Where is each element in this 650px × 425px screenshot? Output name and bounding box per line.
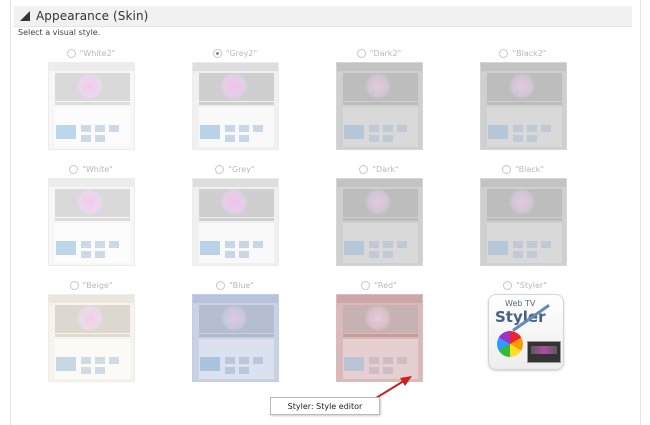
skin-thumbnail-grey[interactable] xyxy=(192,178,279,266)
skin-label: "Red" xyxy=(374,280,397,290)
skin-label: "Grey" xyxy=(228,164,255,174)
skin-thumbnail-white[interactable] xyxy=(48,178,135,266)
appearance-panel: Appearance (Skin) Select a visual style.… xyxy=(0,0,650,425)
radio-black[interactable] xyxy=(501,164,511,174)
skin-label: "Dark2" xyxy=(369,48,402,58)
skin-label: "White" xyxy=(82,164,113,174)
palette-icon xyxy=(497,331,523,357)
skin-label: "Dark" xyxy=(372,164,399,174)
skin-label: "Styler" xyxy=(516,280,547,290)
radio-red[interactable] xyxy=(361,280,371,290)
radio-dark2[interactable] xyxy=(356,48,366,58)
styler-icon-line1: Web TV xyxy=(505,299,536,308)
radio-white[interactable] xyxy=(69,164,79,174)
skin-label: "Blue" xyxy=(228,280,255,290)
radio-black2[interactable] xyxy=(499,48,509,58)
radio-white2[interactable] xyxy=(66,48,76,58)
radio-dark[interactable] xyxy=(359,164,369,174)
radio-blue[interactable] xyxy=(215,280,225,290)
skin-thumbnail-dark[interactable] xyxy=(336,178,423,266)
skin-thumbnail-dark2[interactable] xyxy=(336,62,423,150)
panel-right-border xyxy=(640,0,641,425)
skin-thumbnail-beige[interactable] xyxy=(48,294,135,382)
skin-label: "Black2" xyxy=(512,48,547,58)
skin-label: "White2" xyxy=(79,48,116,58)
skin-thumbnail-grey2[interactable] xyxy=(192,62,279,150)
panel-header[interactable]: Appearance (Skin) xyxy=(14,6,632,27)
skin-label: "Grey2" xyxy=(225,48,258,58)
skin-label: "Beige" xyxy=(82,280,113,290)
skin-thumbnail-red[interactable] xyxy=(336,294,423,382)
radio-beige[interactable] xyxy=(69,280,79,290)
skin-thumbnail-white2[interactable] xyxy=(48,62,135,150)
radio-styler[interactable] xyxy=(503,280,513,290)
panel-subtitle: Select a visual style. xyxy=(18,28,101,37)
tooltip-text: Styler: Style editor xyxy=(287,401,363,411)
styler-tooltip: Styler: Style editor xyxy=(270,397,380,415)
skin-thumbnail-black[interactable] xyxy=(480,178,567,266)
radio-grey2[interactable] xyxy=(212,48,222,58)
radio-grey[interactable] xyxy=(215,164,225,174)
collapse-triangle-icon[interactable] xyxy=(20,11,30,21)
screen-preview-icon xyxy=(527,341,561,363)
skin-label: "Black" xyxy=(514,164,544,174)
panel-left-border xyxy=(10,0,11,425)
skin-thumbnail-blue[interactable] xyxy=(192,294,279,382)
skin-thumbnail-black2[interactable] xyxy=(480,62,567,150)
styler-app-icon[interactable]: Web TV Styler xyxy=(488,294,564,370)
panel-title: Appearance (Skin) xyxy=(36,9,149,23)
